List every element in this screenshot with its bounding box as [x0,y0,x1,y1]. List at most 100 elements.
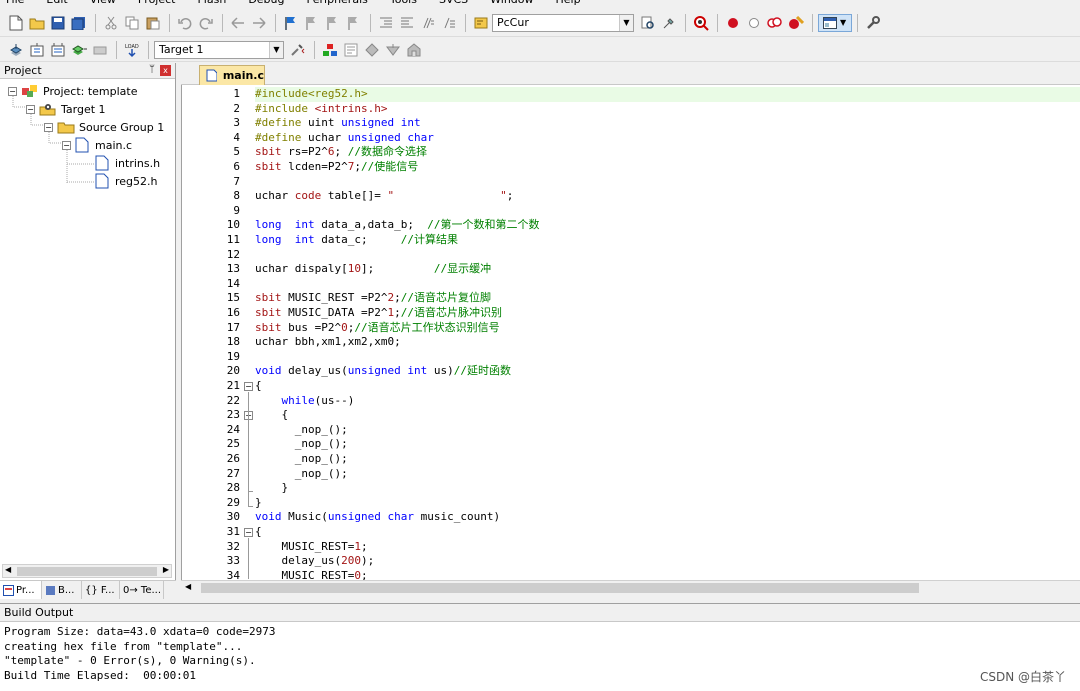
scroll-left-icon[interactable]: ◀ [5,565,11,574]
disable-breakpoint-icon[interactable] [744,13,764,33]
code-line[interactable]: } [255,481,1080,496]
code-line[interactable]: long int data_c; //计算结果 [255,233,1080,248]
project-horizontal-scrollbar[interactable]: ◀ ▶ [2,564,172,578]
scroll-left-icon[interactable]: ◀ [185,582,191,591]
save-icon[interactable] [48,13,68,33]
code-line[interactable]: { [255,525,1080,540]
code-line[interactable]: _nop_(); [255,452,1080,467]
target-select[interactable]: Target 1 ▼ [154,40,284,59]
code-line[interactable]: delay_us(200); [255,554,1080,569]
menu-item-flash[interactable]: Flash [197,0,226,7]
code-line[interactable]: sbit MUSIC_REST =P2^2;//语音芯片复位脚 [255,291,1080,306]
code-line[interactable]: #define uchar unsigned char [255,131,1080,146]
code-line[interactable]: uchar code table[]= " "; [255,189,1080,204]
menu-item-tools[interactable]: Tools [390,0,417,7]
code-line[interactable]: _nop_(); [255,467,1080,482]
nav-back-icon[interactable] [228,13,248,33]
build-icon[interactable] [27,40,47,60]
code-line[interactable]: sbit MUSIC_DATA =P2^1;//语音芯片脉冲识别 [255,306,1080,321]
manage-project-items-icon[interactable] [320,40,340,60]
kill-all-breakpoints-icon[interactable] [786,13,806,33]
menu-item-window[interactable]: Window [490,0,533,7]
batch-build-icon[interactable] [69,40,89,60]
chevron-down-icon[interactable]: ▼ [269,41,283,58]
unindent-icon[interactable] [397,13,417,33]
tab-books[interactable]: B... [42,581,82,599]
fold-collapse-icon[interactable]: − [244,382,253,391]
code-line[interactable]: #include <intrins.h> [255,102,1080,117]
open-folder-icon[interactable] [27,13,47,33]
code-line[interactable]: void Music(unsigned char music_count) [255,510,1080,525]
find-in-files-icon[interactable] [471,13,491,33]
tab-functions[interactable]: {} F... [82,581,120,599]
incremental-find-icon[interactable] [659,13,679,33]
code-line[interactable]: #include<reg52.h> [255,87,1080,102]
menu-item-view[interactable]: View [90,0,116,7]
clear-bookmarks-icon[interactable] [344,13,364,33]
build-output-text[interactable]: Program Size: data=43.0 xdata=0 code=297… [4,625,276,683]
code-area[interactable]: #include<reg52.h> #include <intrins.h> #de… [255,85,1080,580]
manage-run-time-icon[interactable] [362,40,382,60]
disable-all-breakpoints-icon[interactable] [765,13,785,33]
download-icon[interactable]: LOAD [122,40,142,60]
code-line[interactable]: _nop_(); [255,423,1080,438]
tab-project[interactable]: Pr... [0,581,42,599]
stop-build-icon[interactable] [90,40,110,60]
next-bookmark-icon[interactable] [323,13,343,33]
scroll-right-icon[interactable]: ▶ [163,565,169,574]
editor-horizontal-scrollbar[interactable]: ◀ [181,580,1080,594]
new-file-icon[interactable] [6,13,26,33]
code-line[interactable]: sbit bus =P2^0;//语音芯片工作状态识别信号 [255,321,1080,336]
code-line[interactable]: #define uint unsigned int [255,116,1080,131]
rebuild-icon[interactable] [48,40,68,60]
code-line[interactable] [255,204,1080,219]
menu-item-peripherals[interactable]: Peripherals [307,0,368,7]
menu-item-debug[interactable]: Debug [248,0,284,7]
scrollbar-thumb[interactable] [201,583,919,593]
indent-icon[interactable] [376,13,396,33]
component-icon[interactable] [404,40,424,60]
chevron-down-icon[interactable]: ▼ [619,14,633,31]
code-line[interactable]: { [255,379,1080,394]
menu-item-project[interactable]: Project [138,0,176,7]
nav-forward-icon[interactable] [249,13,269,33]
code-line[interactable]: void delay_us(unsigned int us)//延时函数 [255,364,1080,379]
redo-icon[interactable] [196,13,216,33]
window-layout-dropdown[interactable]: ▼ [818,13,852,32]
copy-icon[interactable] [122,13,142,33]
prev-bookmark-icon[interactable] [302,13,322,33]
tab-templates[interactable]: 0→ Te... [120,581,164,599]
code-line[interactable]: uchar bbh,xm1,xm2,xm0; [255,335,1080,350]
breakpoint-icon[interactable] [723,13,743,33]
code-line[interactable]: uchar dispaly[10]; //显示缓冲 [255,262,1080,277]
code-line[interactable]: long int data_a,data_b; //第一个数和第二个数 [255,218,1080,233]
code-line[interactable] [255,175,1080,190]
menu-item-edit[interactable]: Edit [46,0,67,7]
code-line[interactable] [255,248,1080,263]
save-all-icon[interactable] [69,13,89,33]
code-line[interactable]: sbit rs=P2^6; //数据命令选择 [255,145,1080,160]
paste-icon[interactable] [143,13,163,33]
code-editor[interactable]: 1 2 3 4 5 6 7 8 9 10 11 12 13 14 15 16 17 18 19 20 21 22 23 24 2… [181,85,1080,580]
target-options-icon[interactable] [288,40,308,60]
cut-icon[interactable] [101,13,121,33]
uncomment-icon[interactable] [439,13,459,33]
code-line[interactable]: MUSIC_REST=0; [255,569,1080,580]
menu-item-svcs[interactable]: SVCS [439,0,468,7]
code-line[interactable]: _nop_(); [255,437,1080,452]
code-line[interactable]: { [255,408,1080,423]
menu-item-file[interactable]: File [6,0,24,7]
code-line[interactable]: sbit lcden=P2^7;//使能信号 [255,160,1080,175]
code-line[interactable]: } [255,496,1080,511]
fold-collapse-icon[interactable]: − [244,528,253,537]
bookmark-icon[interactable] [281,13,301,33]
translate-icon[interactable] [6,40,26,60]
scrollbar-thumb[interactable] [17,567,157,576]
pack-installer-icon[interactable] [383,40,403,60]
menu-item-help[interactable]: Help [556,0,581,7]
code-line[interactable]: MUSIC_REST=1; [255,540,1080,555]
debug-session-icon[interactable] [691,13,711,33]
configure-icon[interactable] [863,13,883,33]
comment-icon[interactable] [418,13,438,33]
code-line[interactable] [255,277,1080,292]
